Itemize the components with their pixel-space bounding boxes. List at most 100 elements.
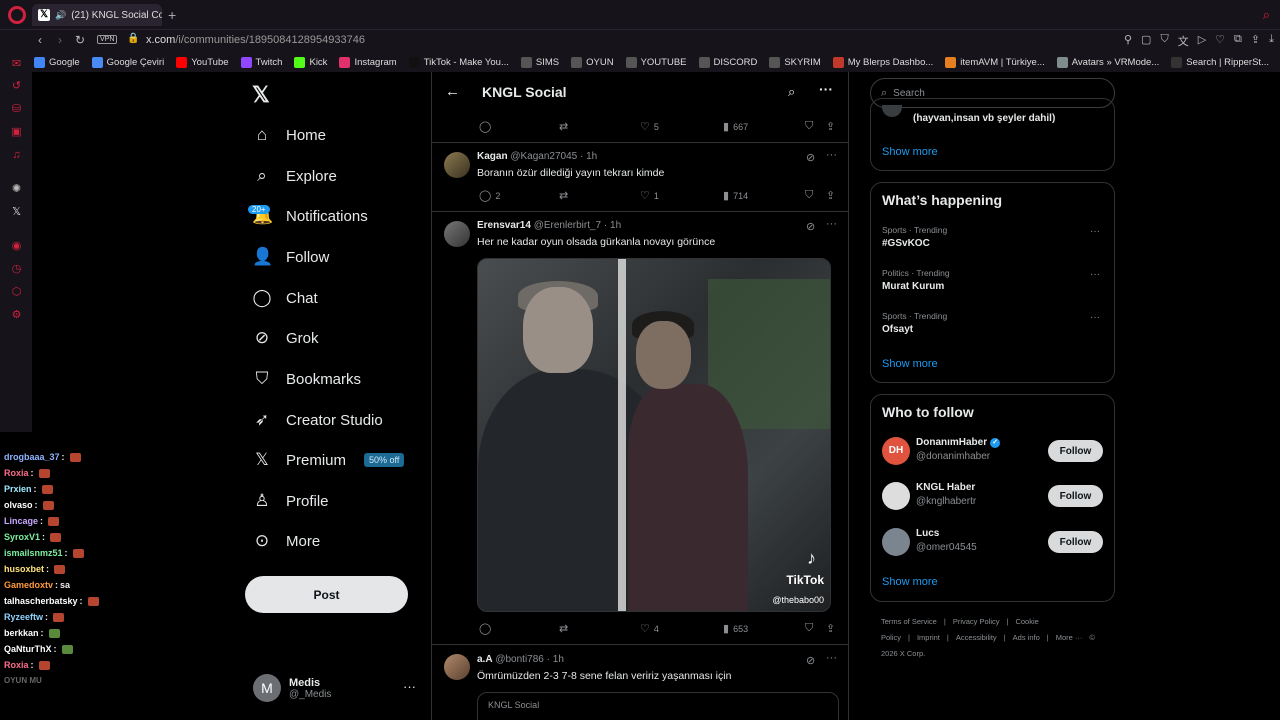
chat-username[interactable]: berkkan — [4, 625, 39, 641]
shield-icon[interactable]: ⛉ — [1160, 33, 1168, 49]
bookmark-item[interactable]: itemAVM | Türkiye... — [945, 56, 1045, 68]
nav-item-chat[interactable]: ◯ Chat — [252, 288, 317, 308]
nav-item-follow[interactable]: 👤 Follow — [252, 247, 329, 267]
share-button[interactable]: ⇪ — [826, 189, 835, 202]
chat-username[interactable]: drogbaaa_37 — [4, 449, 60, 465]
follow-button[interactable]: Follow — [1048, 531, 1103, 553]
nav-item-premium[interactable]: 𝕏 Premium 50% off — [252, 450, 405, 470]
avatar[interactable] — [444, 221, 470, 247]
footer-link[interactable]: More ··· — [1056, 633, 1083, 642]
like-button[interactable]: ♡ 5 — [640, 120, 659, 133]
nav-item-bookmarks[interactable]: ⛉ Bookmarks — [252, 369, 361, 389]
play-icon[interactable]: ▷ — [1198, 33, 1206, 49]
avatar[interactable] — [882, 482, 910, 510]
puzzle-icon[interactable]: ⬡ — [10, 286, 23, 299]
chat-username[interactable]: Ryzeeftw — [4, 609, 43, 625]
account-more-icon[interactable]: ··· — [403, 679, 416, 694]
snapshot-icon[interactable]: ▢ — [1141, 33, 1151, 49]
bookmark-item[interactable]: OYUN — [571, 56, 614, 68]
trend-more-icon[interactable]: ··· — [1090, 312, 1100, 323]
x-home-logo-icon[interactable]: 𝕏 — [252, 82, 270, 108]
share-icon[interactable]: ⇪ — [1251, 33, 1260, 49]
views-button[interactable]: ▮ 667 — [723, 120, 748, 133]
bookmark-item[interactable]: Search | RipperSt... — [1171, 56, 1269, 68]
chat-username[interactable]: SyroxV1 — [4, 529, 40, 545]
search-icon[interactable]: ⌕ — [788, 84, 795, 100]
share-button[interactable]: ⇪ — [826, 622, 835, 635]
nav-item-profile[interactable]: ♙ Profile — [252, 491, 328, 511]
new-tab-button[interactable]: + — [168, 7, 176, 23]
trend-more-icon[interactable]: ··· — [1090, 269, 1100, 280]
tweet-handle[interactable]: @bonti786 — [495, 654, 544, 665]
nav-item-more[interactable]: ⊙ More — [252, 531, 320, 551]
show-more-link[interactable]: Show more — [882, 576, 938, 588]
follow-button[interactable]: Follow — [1048, 440, 1103, 462]
avatar[interactable] — [444, 654, 470, 680]
opera-logo-icon[interactable] — [8, 6, 26, 24]
nav-item-home[interactable]: ⌂ Home — [252, 125, 326, 145]
account-switcher[interactable]: M Medis @_Medis — [253, 674, 331, 702]
grok-icon[interactable]: ⊘ — [806, 151, 815, 164]
quoted-post[interactable]: KNGL Social — [477, 692, 839, 720]
bookmark-item[interactable]: Google Çeviri — [91, 56, 164, 68]
bookmark-item[interactable]: Avatars » VRMode... — [1056, 56, 1159, 68]
pinboard-icon[interactable]: ▣ — [10, 126, 23, 139]
like-button[interactable]: ♡ 4 — [640, 622, 659, 635]
tweet-more-icon[interactable]: ··· — [826, 652, 837, 664]
speaker-icon[interactable]: 🔊 — [55, 10, 66, 21]
tweet-handle[interactable]: @Erenlerbirt_7 — [534, 220, 601, 231]
download-icon[interactable]: ⤓ — [1269, 33, 1274, 49]
footer-link[interactable]: Terms of Service — [881, 617, 937, 626]
translate-icon[interactable]: 文 — [1178, 33, 1189, 49]
chatgpt-icon[interactable]: ✺ — [10, 183, 23, 196]
post-button[interactable]: Post — [245, 576, 408, 613]
tweet-more-icon[interactable]: ··· — [826, 218, 837, 230]
bookmark-item[interactable]: YouTube — [176, 56, 229, 68]
reply-button[interactable]: ◯ — [479, 120, 491, 133]
avatar[interactable] — [882, 528, 910, 556]
avatar[interactable] — [444, 152, 470, 178]
like-button[interactable]: ♡ 1 — [640, 189, 659, 202]
lock-icon[interactable]: 🔒 — [127, 33, 139, 44]
bookmark-button[interactable]: ⛉ — [805, 189, 813, 202]
bookmark-button[interactable]: ⛉ — [805, 120, 813, 133]
views-button[interactable]: ▮ 714 — [723, 189, 748, 202]
messenger-icon[interactable]: ✉ — [10, 58, 23, 71]
chat-username[interactable]: Gamedoxtv — [4, 577, 53, 593]
share-button[interactable]: ⇪ — [826, 120, 835, 133]
footer-link[interactable]: Privacy Policy — [953, 617, 1000, 626]
footer-link[interactable]: Accessibility — [956, 633, 997, 642]
trend-more-icon[interactable]: ··· — [1090, 226, 1100, 237]
suggestion-name[interactable]: DonanımHaber ✓ — [916, 437, 1001, 448]
bookmark-button[interactable]: ⛉ — [805, 622, 813, 635]
reply-button[interactable]: ◯ 2 — [479, 189, 500, 202]
chat-username[interactable]: Prxien — [4, 481, 32, 497]
tweet-author[interactable]: Erensvar14 — [477, 220, 531, 231]
chat-username[interactable]: husoxbet — [4, 561, 44, 577]
nav-item-creator-studio[interactable]: ➶ Creator Studio — [252, 410, 383, 430]
bookmark-item[interactable]: DISCORD — [698, 56, 757, 68]
more-options-icon[interactable]: ··· — [819, 81, 833, 97]
suggestion-name[interactable]: Lucs — [916, 528, 939, 539]
chat-username[interactable]: ismailsnmz51 — [4, 545, 63, 561]
bookmark-item[interactable]: TikTok - Make You... — [408, 56, 509, 68]
chat-username[interactable]: talhascherbatsky — [4, 593, 78, 609]
chat-username[interactable]: Roxia — [4, 657, 29, 673]
x-sidebar-icon[interactable]: 𝕏 — [10, 206, 23, 219]
suggestion-name[interactable]: KNGL Haber — [916, 482, 975, 493]
bookmark-item[interactable]: Twitch — [240, 56, 282, 68]
extensions-icon[interactable]: ⧉ — [1234, 33, 1242, 49]
tweet-time[interactable]: · 1h — [547, 654, 564, 665]
history-icon[interactable]: ↺ — [10, 80, 23, 93]
bookmark-item[interactable]: SKYRIM — [769, 56, 821, 68]
tweet-time[interactable]: · 1h — [604, 220, 621, 231]
footer-link[interactable]: Ads info — [1013, 633, 1040, 642]
player-icon[interactable]: ◉ — [10, 240, 23, 253]
bookmark-item[interactable]: Google — [34, 56, 80, 68]
tab-search-icon[interactable]: ⌕ — [1263, 7, 1270, 23]
follow-button[interactable]: Follow — [1048, 485, 1103, 507]
bookmark-item[interactable]: My Blerps Dashbo... — [832, 56, 933, 68]
wallet-icon[interactable]: ⛁ — [10, 103, 23, 116]
bookmark-item[interactable]: Kick — [294, 56, 327, 68]
reload-icon[interactable]: ↻ — [75, 33, 85, 47]
